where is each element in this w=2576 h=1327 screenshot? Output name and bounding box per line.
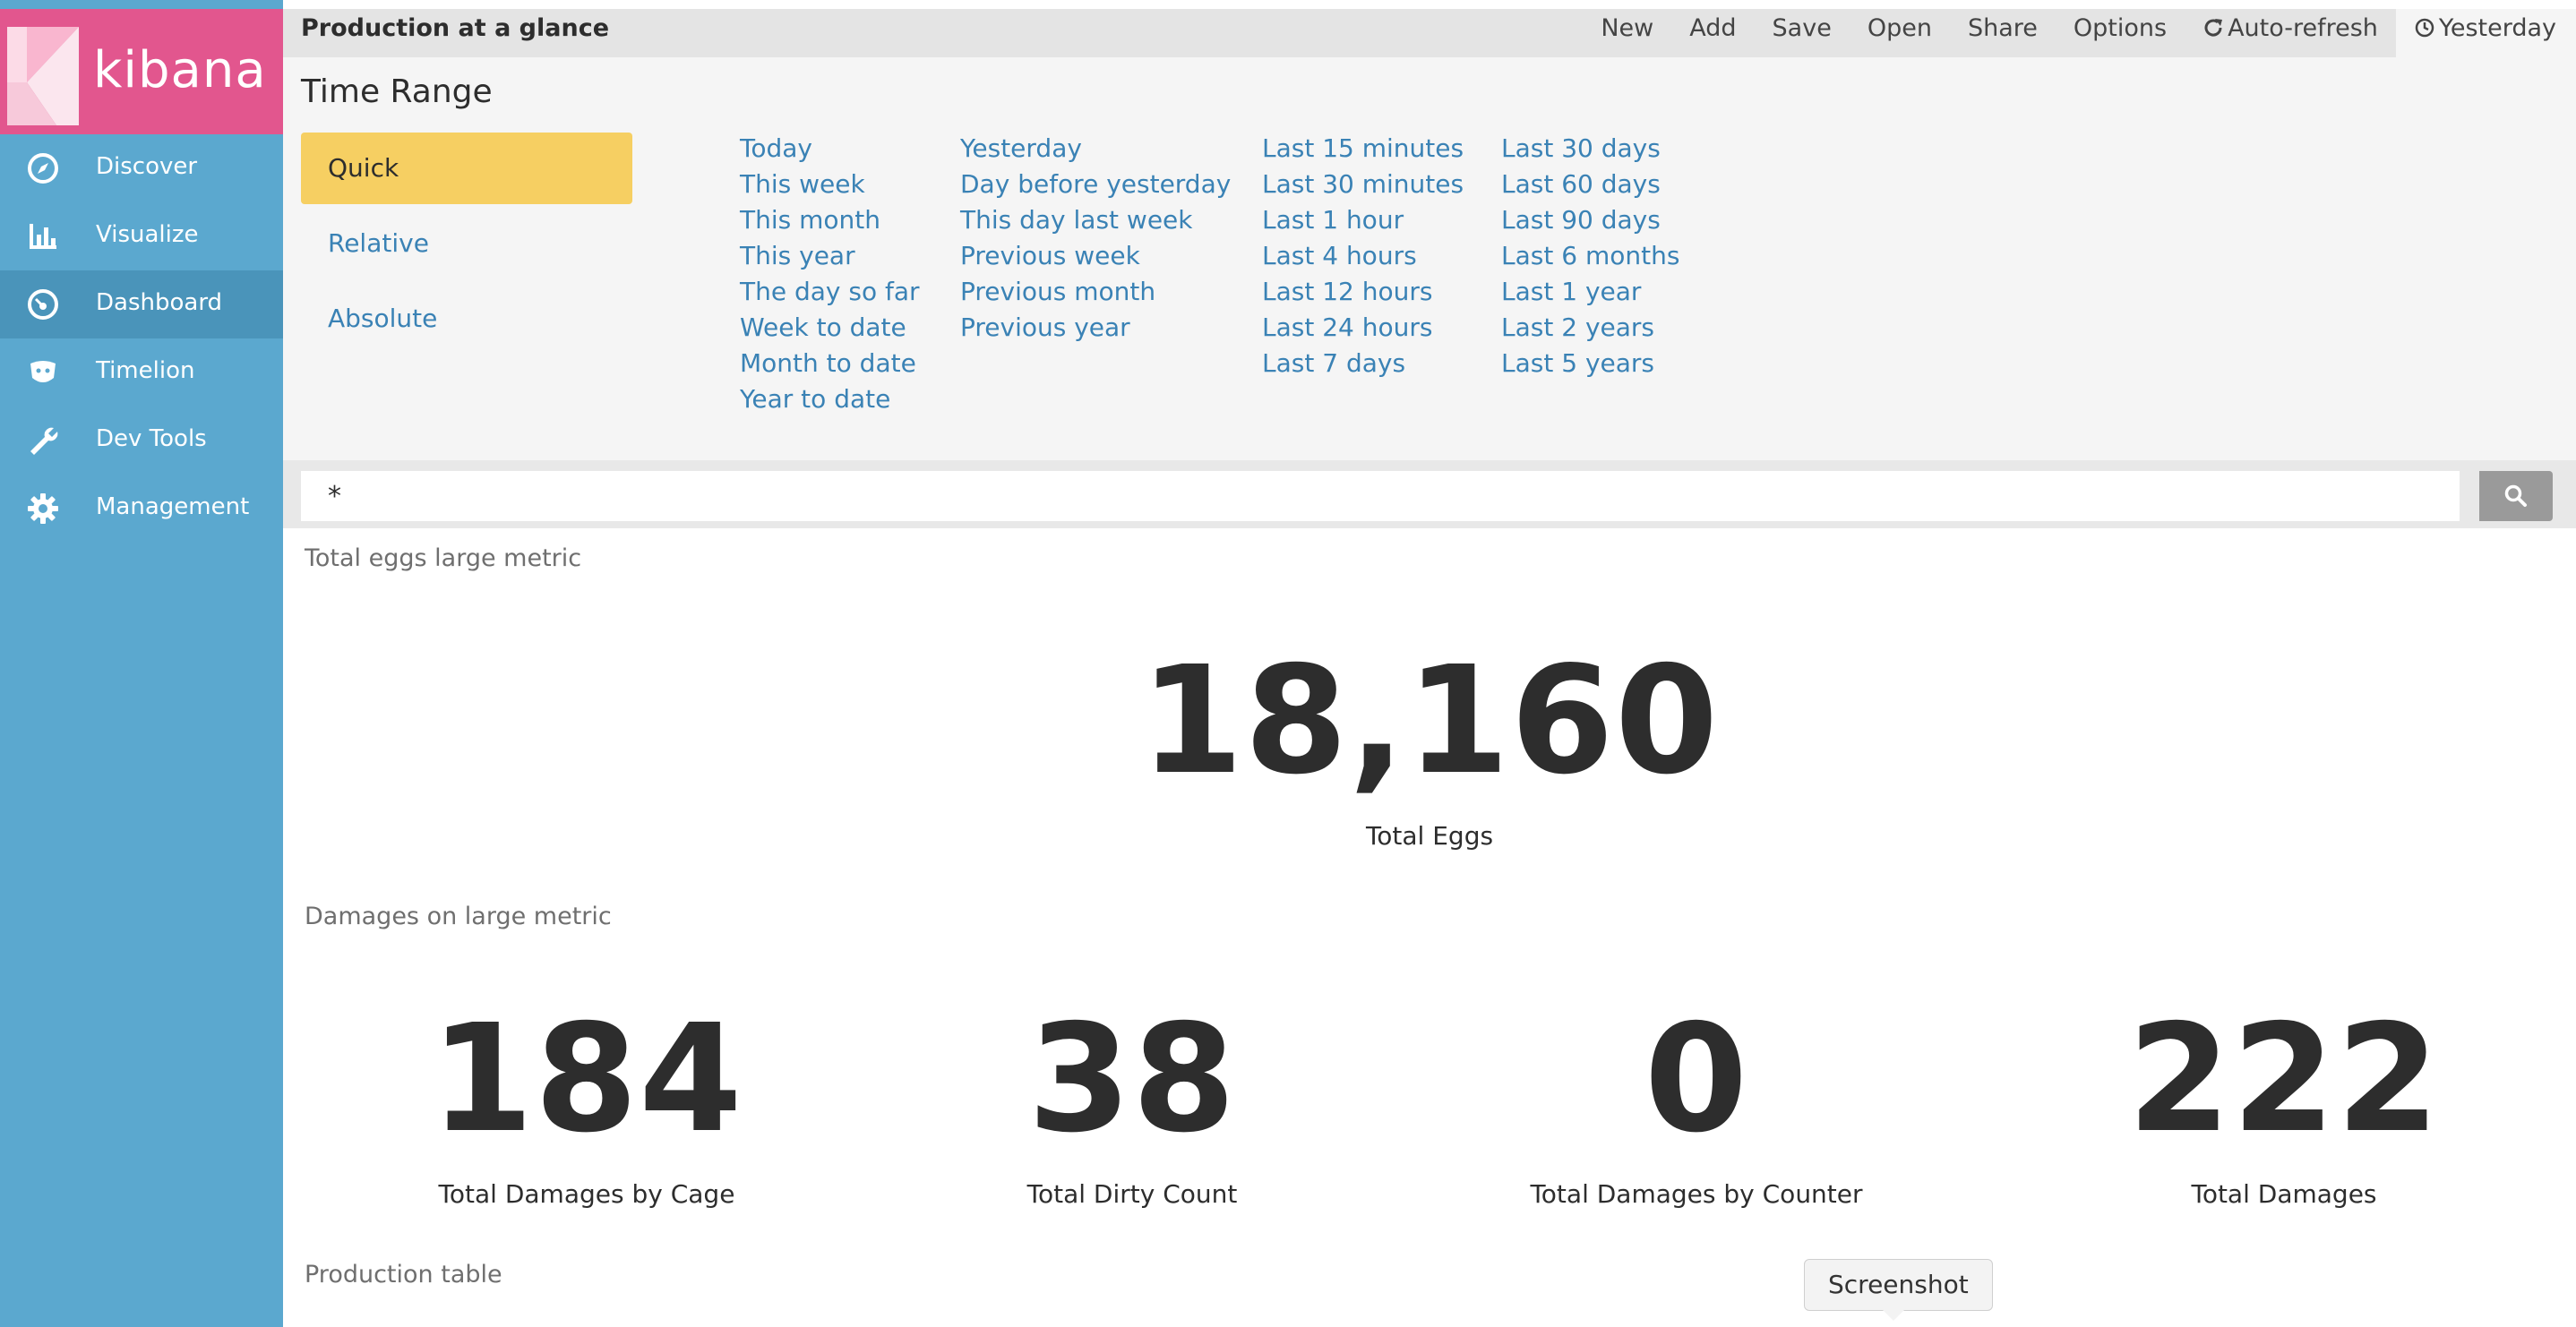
brand-header[interactable]: kibana xyxy=(0,9,283,134)
metric-label-dirty-count: Total Dirty Count xyxy=(1026,1179,1238,1209)
quick-range-link[interactable]: Day before yesterday xyxy=(960,167,1231,202)
time-range-panel: Time Range Quick Relative Absolute Today… xyxy=(283,57,2576,460)
sidebar-item-label: Discover xyxy=(96,153,198,180)
quick-column-previous: Yesterday Day before yesterday This day … xyxy=(960,131,1231,346)
quick-range-link[interactable]: Last 1 year xyxy=(1501,274,1679,310)
sidebar-item-dashboard[interactable]: Dashboard xyxy=(0,270,283,338)
quick-range-link[interactable]: Previous month xyxy=(960,274,1231,310)
wrench-icon xyxy=(30,427,58,455)
clock-icon xyxy=(2415,18,2434,38)
quick-range-link[interactable]: Last 2 years xyxy=(1501,310,1679,346)
refresh-icon xyxy=(2204,19,2223,37)
quick-range-link[interactable]: Month to date xyxy=(740,346,920,381)
quick-range-link[interactable]: Last 60 days xyxy=(1501,167,1679,202)
quick-range-link[interactable]: This year xyxy=(740,238,920,274)
menu-options-button[interactable]: Options xyxy=(2056,9,2185,57)
quick-range-link[interactable]: Last 4 hours xyxy=(1262,238,1464,274)
auto-refresh-label: Auto-refresh xyxy=(2228,14,2378,42)
screenshot-tooltip: Screenshot xyxy=(1804,1259,1993,1311)
quick-range-link[interactable]: This day last week xyxy=(960,202,1231,238)
top-nav-bar: Production at a glance New Add Save Open… xyxy=(283,9,2576,57)
quick-range-link[interactable]: The day so far xyxy=(740,274,920,310)
timelion-icon xyxy=(30,361,56,382)
quick-column-long: Last 30 days Last 60 days Last 90 days L… xyxy=(1501,131,1679,381)
sidebar-item-discover[interactable]: Discover xyxy=(0,134,283,202)
panel-title-production-table: Production table xyxy=(305,1261,502,1288)
metric-value-damages-by-cage: 184 xyxy=(430,993,743,1166)
menu-share-button[interactable]: Share xyxy=(1950,9,2056,57)
sidebar-item-visualize[interactable]: Visualize xyxy=(0,202,283,270)
time-picker-label: Yesterday xyxy=(2438,14,2556,42)
quick-range-link[interactable]: Previous year xyxy=(960,310,1231,346)
time-mode-tabs: Quick Relative Absolute xyxy=(301,133,632,358)
quick-range-link[interactable]: Year to date xyxy=(740,381,920,417)
quick-range-link[interactable]: Last 6 months xyxy=(1501,238,1679,274)
sidebar-item-dev-tools[interactable]: Dev Tools xyxy=(0,407,283,475)
time-mode-relative[interactable]: Relative xyxy=(301,208,632,279)
quick-range-link[interactable]: Last 30 minutes xyxy=(1262,167,1464,202)
search-icon xyxy=(2504,484,2527,507)
menu-save-button[interactable]: Save xyxy=(1755,9,1850,57)
sidebar-item-label: Visualize xyxy=(96,221,199,248)
kibana-logo-icon xyxy=(7,27,79,125)
quick-range-link[interactable]: Previous week xyxy=(960,238,1231,274)
tooltip-arrow xyxy=(1881,1308,1906,1321)
sidebar-item-timelion[interactable]: Timelion xyxy=(0,338,283,407)
metric-value-dirty-count: 38 xyxy=(1027,993,1237,1166)
time-range-heading: Time Range xyxy=(301,73,493,110)
bar-chart-icon xyxy=(30,224,56,249)
sidebar-item-label: Management xyxy=(96,493,250,520)
compass-icon xyxy=(28,153,58,184)
quick-range-link[interactable]: Last 90 days xyxy=(1501,202,1679,238)
time-mode-absolute[interactable]: Absolute xyxy=(301,283,632,355)
time-picker-button[interactable]: Yesterday xyxy=(2395,9,2576,57)
metric-value-total-eggs: 18,160 xyxy=(1139,635,1720,808)
quick-range-link[interactable]: Week to date xyxy=(740,310,920,346)
quick-range-link[interactable]: This month xyxy=(740,202,920,238)
panel-title-eggs: Total eggs large metric xyxy=(305,544,582,572)
quick-range-link[interactable]: Last 7 days xyxy=(1262,346,1464,381)
dashboard-title: Production at a glance xyxy=(301,14,610,42)
query-submit-button[interactable] xyxy=(2479,471,2553,521)
menu-new-button[interactable]: New xyxy=(1583,9,1671,57)
query-input[interactable] xyxy=(301,471,2460,521)
metric-label-damages-by-cage: Total Damages by Cage xyxy=(438,1179,735,1209)
quick-range-link[interactable]: Today xyxy=(740,131,920,167)
auto-refresh-button[interactable]: Auto-refresh xyxy=(2185,9,2396,57)
dashboard-gauge-icon xyxy=(28,289,58,320)
quick-range-link[interactable]: Last 30 days xyxy=(1501,131,1679,167)
quick-range-link[interactable]: Last 24 hours xyxy=(1262,310,1464,346)
metric-label-total-eggs: Total Eggs xyxy=(1365,821,1494,851)
menu-add-button[interactable]: Add xyxy=(1671,9,1754,57)
menu-open-button[interactable]: Open xyxy=(1850,9,1950,57)
brand-name: kibana xyxy=(93,41,267,99)
metric-label-damages-by-counter: Total Damages by Counter xyxy=(1530,1179,1863,1209)
quick-column-recent: Last 15 minutes Last 30 minutes Last 1 h… xyxy=(1262,131,1464,381)
sidebar-item-management[interactable]: Management xyxy=(0,475,283,543)
quick-range-link[interactable]: Last 12 hours xyxy=(1262,274,1464,310)
sidebar: kibana Discover Visualize Dashboard Time… xyxy=(0,0,283,1327)
metric-value-damages-by-counter: 0 xyxy=(1644,993,1749,1166)
quick-range-link[interactable]: Last 1 hour xyxy=(1262,202,1464,238)
sidebar-item-label: Timelion xyxy=(96,357,195,384)
quick-range-link[interactable]: Last 15 minutes xyxy=(1262,131,1464,167)
quick-column-current: Today This week This month This year The… xyxy=(740,131,920,417)
sidebar-item-label: Dev Tools xyxy=(96,425,207,452)
top-menu: New Add Save Open Share Options Auto-ref… xyxy=(1583,9,2576,57)
query-bar xyxy=(283,460,2576,528)
metric-label-total-damages: Total Damages xyxy=(2191,1179,2377,1209)
sidebar-nav: Discover Visualize Dashboard Timelion De… xyxy=(0,134,283,543)
quick-range-link[interactable]: Yesterday xyxy=(960,131,1231,167)
sidebar-item-label: Dashboard xyxy=(96,289,223,316)
quick-range-link[interactable]: Last 5 years xyxy=(1501,346,1679,381)
panel-title-damages: Damages on large metric xyxy=(305,903,612,930)
quick-range-link[interactable]: This week xyxy=(740,167,920,202)
time-mode-quick[interactable]: Quick xyxy=(301,133,632,204)
kibana-app: kibana Discover Visualize Dashboard Time… xyxy=(0,0,2576,1327)
metric-value-total-damages: 222 xyxy=(2127,993,2441,1166)
gear-icon xyxy=(28,493,58,524)
